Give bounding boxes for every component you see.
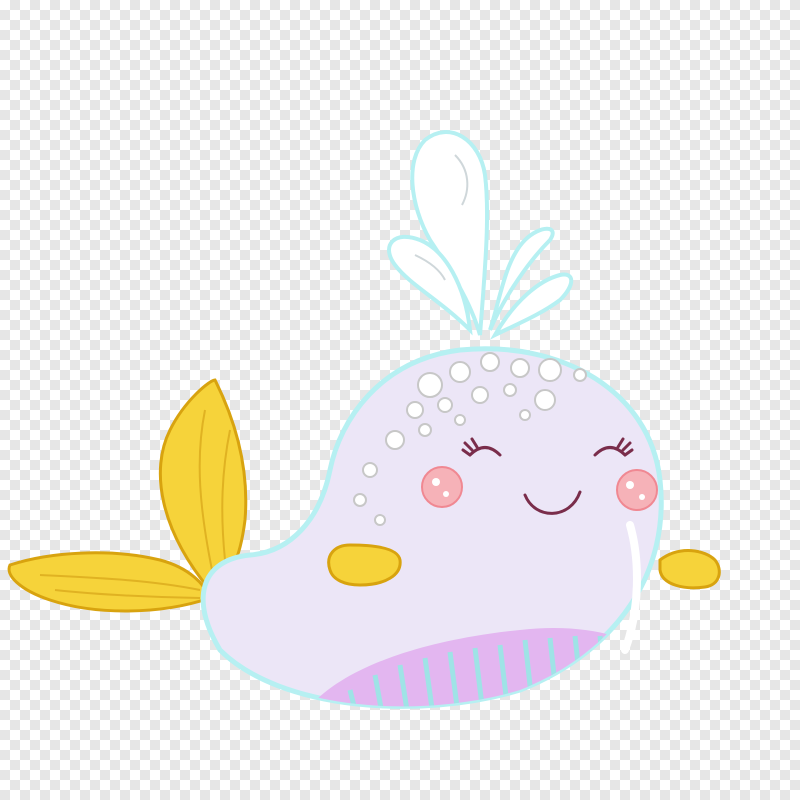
whale-body (200, 346, 664, 709)
right-fin (658, 549, 721, 590)
image-canvas (0, 0, 800, 800)
side-fin (327, 543, 402, 587)
water-spout (387, 130, 574, 340)
whale-illustration (7, 130, 721, 709)
